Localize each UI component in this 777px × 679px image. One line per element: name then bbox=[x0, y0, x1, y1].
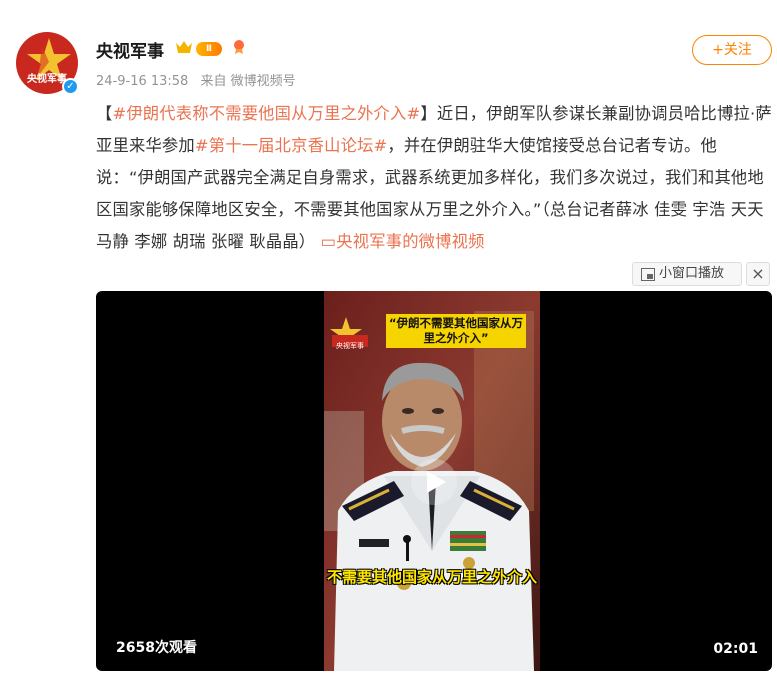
video-link-label: 央视军事的微博视频 bbox=[336, 232, 485, 251]
view-count: 2658次观看 bbox=[116, 640, 197, 656]
close-mini-button[interactable]: × bbox=[746, 262, 770, 286]
follow-button[interactable]: +关注 bbox=[692, 35, 772, 65]
hashtag-link-forum[interactable]: #第十一届北京香山论坛# bbox=[195, 136, 388, 155]
post-meta: 24-9-16 13:58 来自 微博视频号 bbox=[96, 70, 304, 89]
verified-badge-icon: ✓ bbox=[62, 78, 79, 95]
user-name[interactable]: 央视军事 bbox=[96, 37, 164, 62]
mini-window-button[interactable]: 小窗口播放 bbox=[632, 262, 742, 286]
video-link[interactable]: ▭央视军事的微博视频 bbox=[321, 232, 485, 251]
crown-icon[interactable] bbox=[175, 40, 193, 54]
medal-icon[interactable] bbox=[232, 39, 246, 55]
post-text: 【#伊朗代表称不需要他国从万里之外介入#】近日，伊朗军队参谋长兼副协调员哈比博拉… bbox=[96, 98, 772, 258]
play-button[interactable] bbox=[411, 459, 457, 505]
mini-window-icon bbox=[641, 268, 655, 281]
video-caption-bottom: 不需要其他国家从万里之外介入 bbox=[326, 568, 537, 586]
video-link-icon: ▭ bbox=[320, 232, 337, 251]
post-source: 来自 微博视频号 bbox=[200, 74, 296, 89]
video-caption-top: “伊朗不需要其他国家从万里之外介入” bbox=[386, 314, 526, 348]
level-badge[interactable]: Ⅱ bbox=[196, 42, 222, 56]
channel-logo-label: 央视军事 bbox=[336, 342, 364, 350]
timestamp[interactable]: 24-9-16 13:58 bbox=[96, 74, 188, 89]
bracket-close: 】 bbox=[420, 104, 437, 123]
video-duration: 02:01 bbox=[713, 641, 758, 657]
video-player[interactable]: 央视军事 “伊朗不需要其他国家从万里之外介入” 不需要其他国家从万里之外介入 2… bbox=[96, 291, 772, 671]
hashtag-link[interactable]: #伊朗代表称不需要他国从万里之外介入# bbox=[112, 104, 420, 123]
mini-window-label: 小窗口播放 bbox=[659, 266, 725, 281]
bracket-open: 【 bbox=[96, 104, 113, 123]
play-icon bbox=[427, 471, 446, 493]
